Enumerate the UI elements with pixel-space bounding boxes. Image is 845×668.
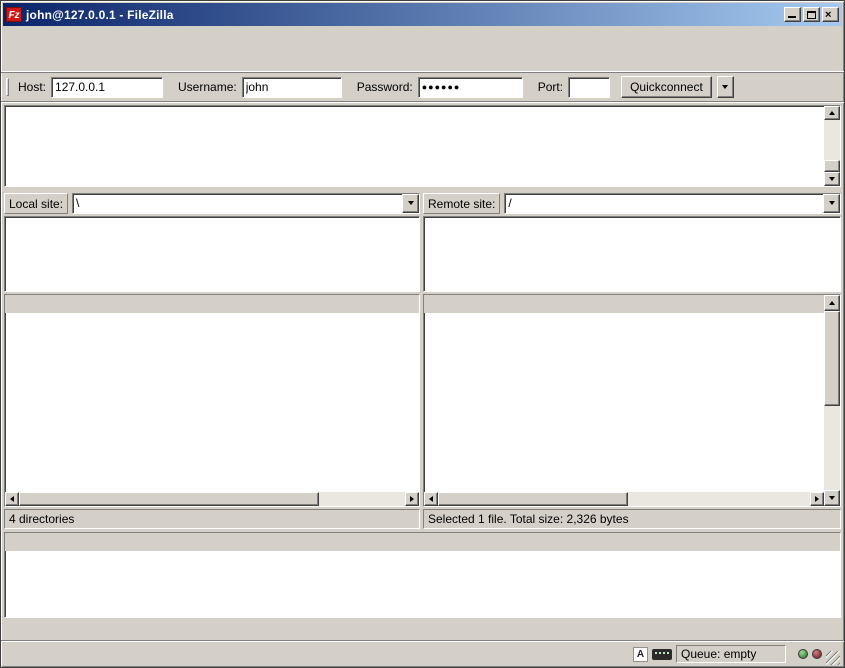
- maximize-icon: [807, 11, 816, 19]
- minimize-icon: [788, 16, 796, 18]
- scrollbar-thumb[interactable]: [824, 160, 840, 172]
- password-label: Password:: [357, 80, 413, 94]
- port-label: Port:: [538, 80, 563, 94]
- arrow-down-icon: [829, 496, 835, 500]
- queue-status-panel: Queue: empty: [676, 645, 786, 663]
- remote-site-dropdown-button[interactable]: [823, 194, 840, 213]
- scroll-down-button[interactable]: [824, 172, 840, 186]
- queue-header: [5, 533, 840, 551]
- scrollbar-thumb[interactable]: [438, 492, 628, 506]
- window-title: john@127.0.0.1 - FileZilla: [26, 8, 782, 22]
- quickconnect-dropdown-button[interactable]: [717, 76, 734, 98]
- scroll-up-button[interactable]: [824, 295, 840, 311]
- arrow-down-icon: [829, 177, 835, 181]
- arrow-right-icon: [815, 496, 819, 502]
- remote-file-list: [423, 294, 841, 507]
- receive-activity-led-icon: [812, 649, 822, 659]
- username-input[interactable]: [242, 77, 342, 98]
- local-list-rows: [5, 313, 419, 492]
- scrollbar-thumb[interactable]: [824, 311, 840, 406]
- local-file-list: [4, 294, 420, 507]
- chevron-down-icon: [722, 85, 728, 89]
- data-type-indicator-icon: A: [633, 647, 648, 662]
- username-label: Username:: [178, 80, 237, 94]
- arrow-right-icon: [410, 496, 414, 502]
- queue-rows: [5, 551, 840, 617]
- remote-status-text: Selected 1 file. Total size: 2,326 bytes: [423, 509, 841, 529]
- arrow-left-icon: [429, 496, 433, 502]
- message-log-pane: [4, 105, 841, 187]
- local-site-combo[interactable]: \: [72, 193, 420, 214]
- quickconnect-button[interactable]: Quickconnect: [621, 76, 712, 98]
- browser-panes: Local site: \: [1, 190, 844, 531]
- filezilla-window: Fz john@127.0.0.1 - FileZilla × Host: Us…: [0, 0, 845, 668]
- log-vertical-scrollbar[interactable]: [824, 106, 840, 186]
- remote-horizontal-scrollbar[interactable]: [424, 492, 824, 506]
- chevron-down-icon: [408, 201, 414, 205]
- host-label: Host:: [18, 80, 46, 94]
- scroll-right-button[interactable]: [405, 492, 419, 506]
- local-tree: [4, 216, 420, 292]
- close-icon: ×: [825, 9, 831, 21]
- remote-list-rows: [424, 313, 824, 492]
- close-button[interactable]: ×: [822, 7, 839, 22]
- send-activity-led-icon: [798, 649, 808, 659]
- transfer-queue: [4, 532, 841, 618]
- password-input[interactable]: [418, 77, 523, 98]
- scrollbar-thumb[interactable]: [19, 492, 319, 506]
- remote-site-value: /: [505, 194, 823, 213]
- filezilla-app-icon: Fz: [6, 7, 22, 22]
- toolbar-grip[interactable]: [6, 78, 9, 96]
- local-pane: Local site: \: [4, 192, 420, 529]
- message-log: [5, 106, 824, 186]
- toolbar: [1, 45, 844, 72]
- port-input[interactable]: [568, 77, 610, 98]
- local-status-text: 4 directories: [4, 509, 420, 529]
- scroll-down-button[interactable]: [824, 490, 840, 506]
- remote-list-header: [424, 295, 824, 313]
- remote-vertical-scrollbar[interactable]: [824, 295, 840, 506]
- local-list-header: [5, 295, 419, 313]
- remote-site-label: Remote site:: [423, 193, 500, 214]
- arrow-up-icon: [829, 301, 835, 305]
- resize-grip[interactable]: [826, 651, 840, 665]
- maximize-button[interactable]: [803, 7, 820, 22]
- remote-tree: [423, 216, 841, 292]
- speed-limits-icon: [652, 649, 672, 660]
- menu-bar: [1, 26, 844, 45]
- scroll-left-button[interactable]: [424, 492, 438, 506]
- scroll-right-button[interactable]: [810, 492, 824, 506]
- remote-pane: Remote site: /: [423, 192, 841, 529]
- title-bar: Fz john@127.0.0.1 - FileZilla ×: [3, 3, 842, 26]
- chevron-down-icon: [829, 201, 835, 205]
- host-input[interactable]: [51, 77, 163, 98]
- local-horizontal-scrollbar[interactable]: [5, 492, 419, 506]
- minimize-button[interactable]: [784, 7, 801, 22]
- queue-tabs: [1, 618, 844, 641]
- local-site-label: Local site:: [4, 193, 68, 214]
- remote-site-combo[interactable]: /: [504, 193, 841, 214]
- quickconnect-bar: Host: Username: Password: Port: Quickcon…: [1, 72, 844, 102]
- status-bar: A Queue: empty: [1, 641, 844, 667]
- arrow-left-icon: [10, 496, 14, 502]
- local-site-dropdown-button[interactable]: [402, 194, 419, 213]
- local-site-value: \: [73, 194, 402, 213]
- scroll-up-button[interactable]: [824, 106, 840, 120]
- scroll-left-button[interactable]: [5, 492, 19, 506]
- arrow-up-icon: [829, 111, 835, 115]
